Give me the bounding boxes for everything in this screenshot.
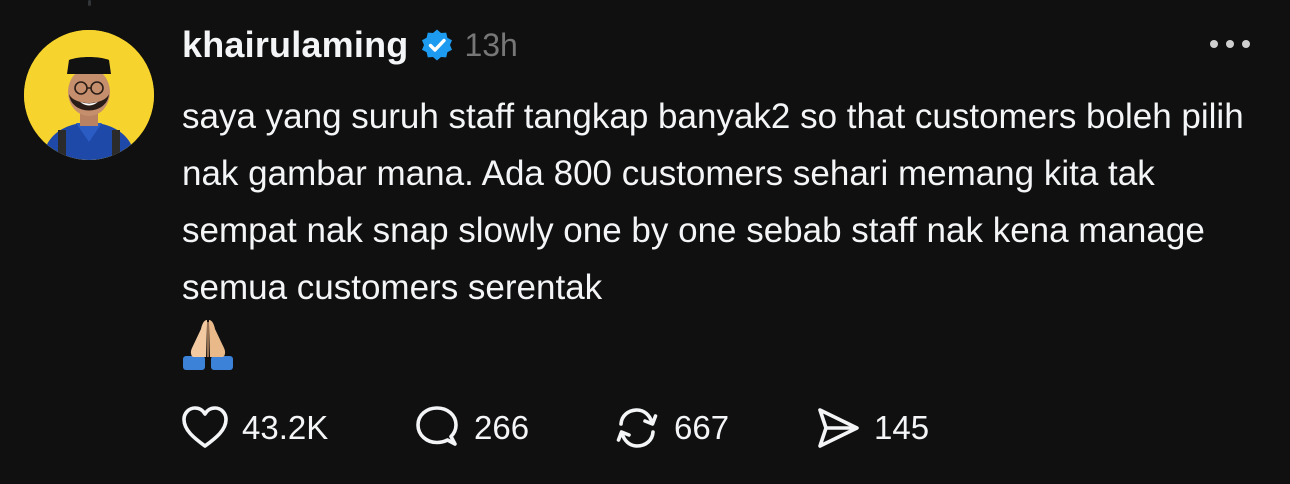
post-actions-bar: 43.2K 266 667 145	[180, 402, 980, 454]
more-dot	[1226, 40, 1234, 48]
like-count: 43.2K	[242, 409, 329, 446]
post-header: khairulaming 13h	[182, 22, 518, 68]
thread-connector-line	[88, 0, 91, 6]
avatar[interactable]	[24, 30, 154, 160]
share-button[interactable]: 145	[812, 402, 929, 454]
reply-button[interactable]: 266	[412, 402, 529, 454]
post-timestamp[interactable]: 13h	[464, 27, 517, 64]
heart-icon	[180, 403, 230, 453]
comment-bubble-icon	[412, 403, 462, 453]
avatar-image	[24, 30, 154, 160]
more-dot	[1242, 40, 1250, 48]
like-button[interactable]: 43.2K	[180, 402, 328, 454]
folded-hands-emoji	[180, 316, 236, 372]
reply-count: 266	[474, 409, 530, 446]
post-body-text: saya yang suruh staff tangkap banyak2 so…	[182, 97, 1244, 307]
verified-badge-icon	[420, 28, 454, 62]
username-link[interactable]: khairulaming	[182, 24, 408, 66]
repost-count: 667	[674, 409, 730, 446]
repost-button[interactable]: 667	[612, 402, 729, 454]
repost-arrows-icon	[612, 403, 662, 453]
send-icon	[812, 403, 862, 453]
more-dot	[1210, 40, 1218, 48]
share-count: 145	[874, 409, 930, 446]
more-options-icon[interactable]	[1210, 40, 1250, 48]
